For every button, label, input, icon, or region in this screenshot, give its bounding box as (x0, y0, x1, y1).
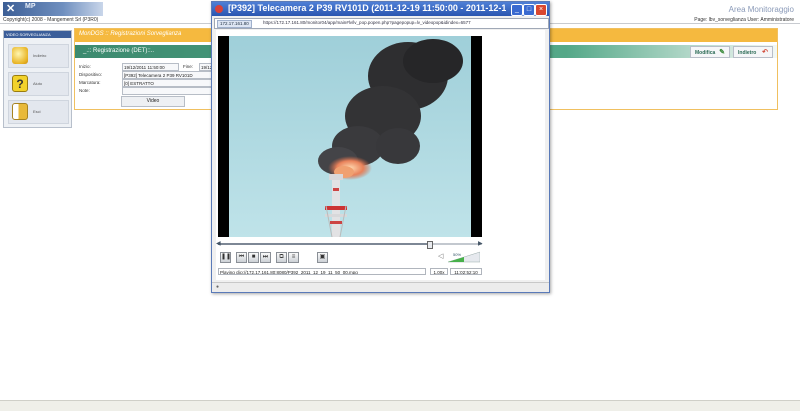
maximize-icon[interactable]: □ (523, 4, 535, 16)
speaker-icon[interactable]: ◁ (438, 252, 443, 260)
stop-icon[interactable]: ■ (248, 252, 259, 263)
address-bar[interactable]: 172.17.161.80 https://172.17.161.80/moni… (214, 18, 549, 29)
fullscreen-icon[interactable]: ▣ (317, 252, 328, 263)
menu-item-exit[interactable]: Esci (8, 100, 69, 124)
playback-rate: 1.00x (430, 268, 448, 275)
seek-progress (218, 243, 430, 245)
help-icon: ? (12, 75, 28, 92)
snapshot-icon[interactable]: ⧉ (276, 252, 287, 263)
video-popup-window: [P392] Telecamera 2 P39 RV101D (2011-12-… (211, 1, 550, 293)
field-label: Dispositivo: (79, 72, 103, 77)
menu-item-help[interactable]: ? Aiuto (8, 72, 69, 96)
volume-label: 50% (453, 252, 462, 257)
menu-item-back[interactable]: Indietro (8, 44, 69, 68)
side-menu-title: VIDEO SORVEGLIANZA (4, 31, 71, 38)
pencil-icon: ✎ (719, 49, 725, 56)
section-title: _.:: Registrazione (DET)::.. (83, 48, 155, 54)
clip-path-text: Playing clip://172.17.161.80:8080/P392_2… (218, 268, 426, 275)
field-label: Marcatura: (79, 80, 101, 85)
menu-item-label: Indietro (33, 53, 47, 58)
close-icon[interactable]: × (535, 4, 547, 16)
status-icon: ● (216, 284, 220, 290)
undo-arrow-icon: ↶ (762, 49, 768, 56)
timecode: 11:02:52:10 (450, 268, 482, 275)
field-label: Inizio: (79, 64, 91, 69)
playlist-icon[interactable]: ≡ (288, 252, 299, 263)
device-value[interactable]: [P392] Telecamera 2 P39 RV101D (122, 71, 213, 79)
popup-title: [P392] Telecamera 2 P39 RV101D (2011-12-… (228, 3, 506, 13)
menu-item-label: Esci (33, 109, 41, 114)
popup-titlebar[interactable]: [P392] Telecamera 2 P39 RV101D (2011-12-… (212, 2, 549, 16)
exit-door-icon (12, 103, 28, 120)
pause-icon[interactable]: ❚❚ (220, 252, 231, 263)
previous-icon[interactable]: ⏮ (236, 252, 247, 263)
address-url[interactable]: https://172.17.161.80/monitor04/app/main… (263, 20, 543, 25)
notes-value[interactable] (122, 87, 213, 95)
forward-small-icon[interactable]: ▶ (478, 240, 483, 247)
back-globe-icon (12, 47, 28, 64)
marker-value[interactable]: [0] ESTRATTO (122, 79, 213, 87)
back-button-label: Indietro (738, 50, 757, 56)
modify-button-label: Modifica (695, 50, 716, 56)
window-app-icon (215, 5, 223, 13)
seek-handle[interactable] (427, 241, 434, 249)
side-menu: VIDEO SORVEGLIANZA Indietro ? Aiuto Esci (3, 30, 72, 128)
rewind-small-icon[interactable]: ◀ (216, 240, 221, 247)
address-site-badge: 172.17.161.80 (217, 20, 252, 28)
minimize-icon[interactable]: _ (511, 4, 523, 16)
next-icon[interactable]: ⏭ (260, 252, 271, 263)
player-status-bar: Playing clip://172.17.161.80:8080/P392_2… (218, 268, 482, 276)
breadcrumb: MonDGS :: Registrazioni Sorveglianza (79, 31, 182, 37)
browser-status-bar (0, 400, 800, 411)
end-label: Fine: (183, 64, 194, 69)
app-logo: ✕ MP (3, 2, 103, 16)
seek-bar[interactable] (218, 241, 482, 249)
start-value[interactable]: 19/12/2011 11:50:00 (122, 63, 179, 71)
video-player: ◀ ▶ ❚❚ ⏮ ■ ⏭ ⧉ ≡ ▣ ◁ 50% Playing clip://… (216, 30, 545, 280)
video-frame[interactable] (218, 36, 482, 238)
logo-text: MP (25, 3, 36, 10)
popup-status-bar: ● (212, 282, 549, 292)
field-label: Note: (79, 88, 90, 93)
app-title: Area Monitoraggio (728, 5, 794, 14)
modify-button[interactable]: Modifica ✎ (690, 46, 730, 58)
camera-frame-image (229, 36, 471, 238)
menu-item-label: Aiuto (33, 81, 43, 86)
logo-mark-icon: ✕ (6, 3, 16, 15)
back-button[interactable]: Indietro ↶ (733, 46, 773, 58)
video-button[interactable]: Video (121, 96, 185, 107)
